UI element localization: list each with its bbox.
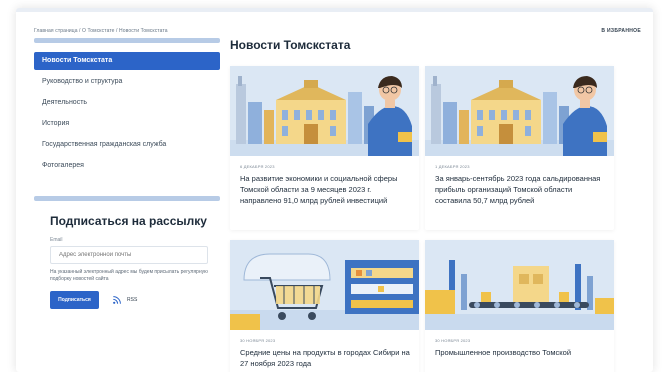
sidebar-item-management[interactable]: Руководство и структура (34, 73, 220, 91)
news-title[interactable]: За январь-сентябрь 2023 года сальдирован… (425, 169, 614, 206)
news-card[interactable]: 30 НОЯБРЯ 2023 Промышленное производство… (425, 240, 614, 372)
subscribe-note: На указанный электронный адрес мы будем … (50, 269, 208, 282)
sidebar: Новости Томскстата Руководство и структу… (34, 38, 220, 178)
subscribe-title: Подписаться на рассылку (50, 214, 207, 228)
top-divider (16, 8, 653, 12)
email-input[interactable] (50, 246, 208, 264)
factory-conveyor-illustration (425, 240, 614, 330)
city-analyst-illustration (230, 66, 419, 156)
news-title[interactable]: Промышленное производство Томской (425, 343, 614, 358)
sidebar-top-line (34, 38, 220, 43)
subscribe-top-line (34, 196, 220, 201)
breadcrumb[interactable]: Главная страница / О Томскстате / Новост… (34, 28, 168, 34)
news-card[interactable]: 6 ДЕКАБРЯ 2023 На развитие экономики и с… (230, 66, 419, 230)
sidebar-menu: Новости Томскстата Руководство и структу… (34, 52, 220, 175)
add-to-favorites-link[interactable]: В ИЗБРАННОЕ (601, 28, 641, 34)
news-title[interactable]: Средние цены на продукты в городах Сибир… (230, 343, 419, 369)
page-container: Главная страница / О Томскстате / Новост… (16, 8, 653, 372)
subscribe-panel: Подписаться на рассылку Email На указанн… (34, 196, 220, 309)
sidebar-item-activity[interactable]: Деятельность (34, 94, 220, 112)
subscribe-actions: Подписаться RSS (50, 291, 220, 309)
page-title: Новости Томскстата (230, 38, 351, 52)
sidebar-item-photo-gallery[interactable]: Фотогалерея (34, 157, 220, 175)
email-label: Email (50, 237, 63, 243)
grocery-cart-illustration (230, 240, 419, 330)
sidebar-item-civil-service[interactable]: Государственная гражданская служба (34, 136, 220, 154)
news-title[interactable]: На развитие экономики и социальной сферы… (230, 169, 419, 206)
rss-link[interactable]: RSS (113, 296, 137, 304)
rss-label: RSS (127, 297, 138, 303)
rss-icon (113, 296, 121, 304)
subscribe-button[interactable]: Подписаться (50, 291, 99, 309)
news-card[interactable]: 30 НОЯБРЯ 2023 Средние цены на продукты … (230, 240, 419, 372)
sidebar-item-news[interactable]: Новости Томскстата (34, 52, 220, 70)
sidebar-item-history[interactable]: История (34, 115, 220, 133)
city-analyst-illustration (425, 66, 614, 156)
news-card[interactable]: 1 ДЕКАБРЯ 2023 За январь-сентябрь 2023 г… (425, 66, 614, 230)
